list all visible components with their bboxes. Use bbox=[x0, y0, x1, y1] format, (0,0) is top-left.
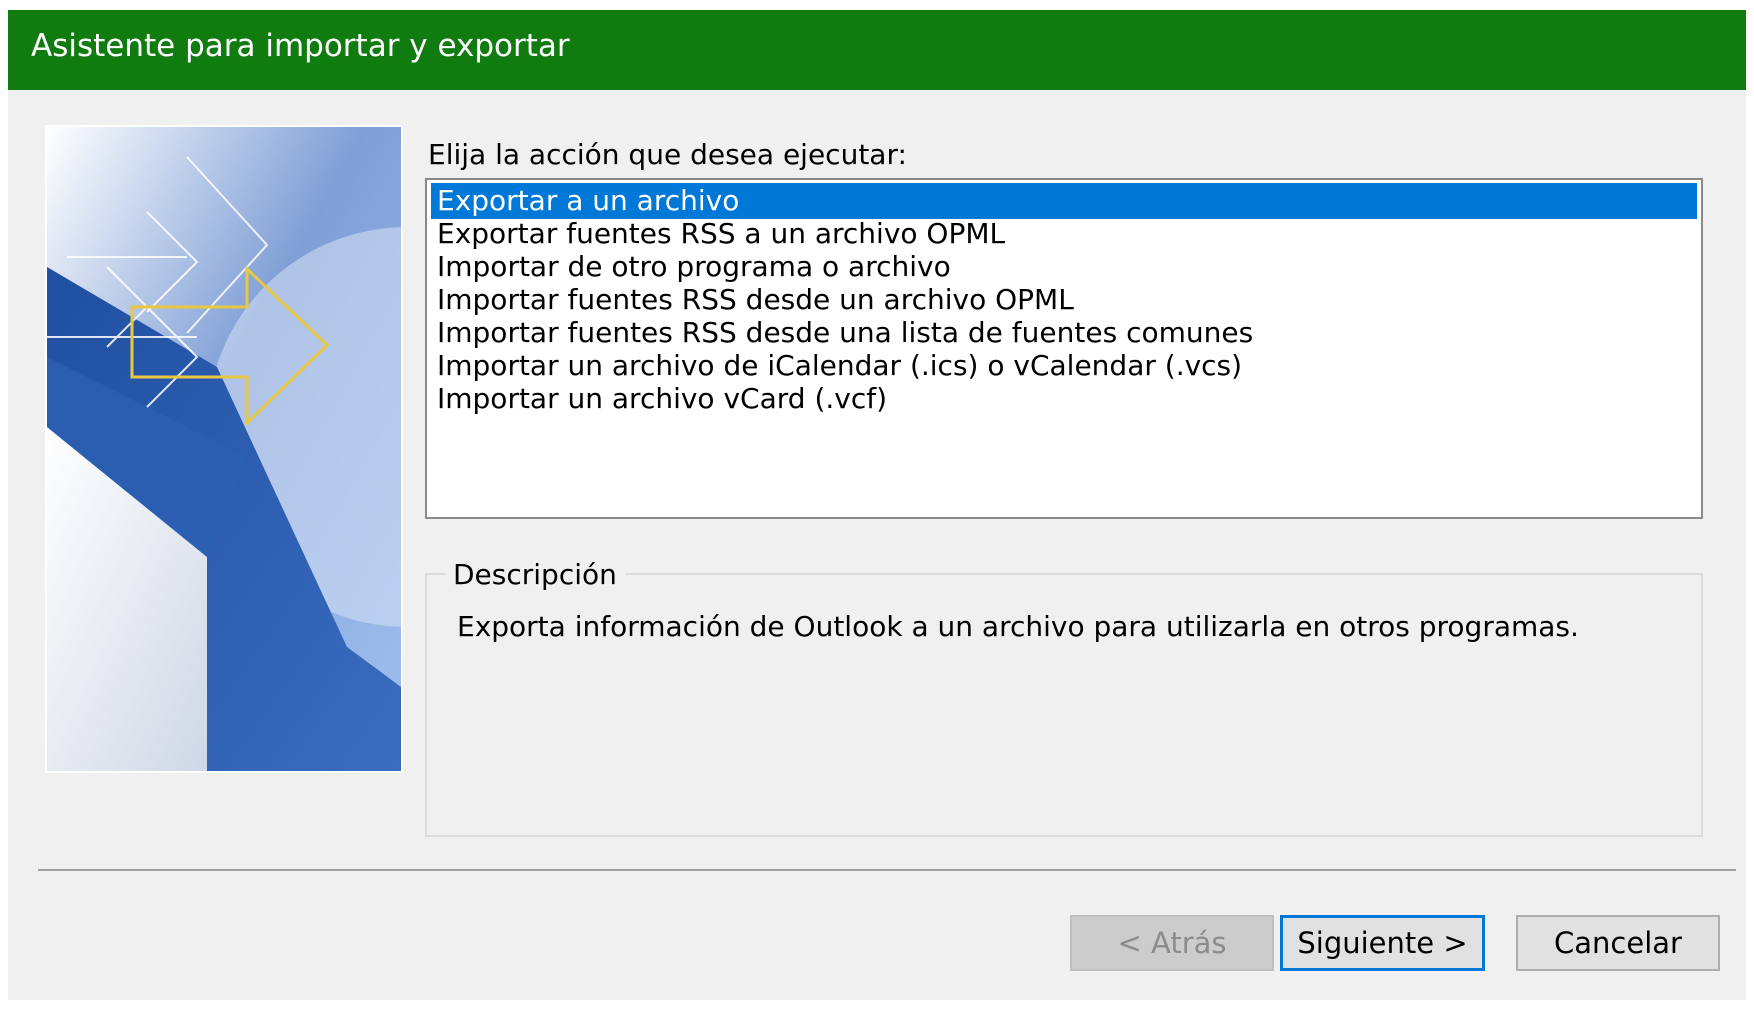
import-export-dialog: Asistente para importar y exportar Elija… bbox=[8, 10, 1746, 1000]
title-bar: Asistente para importar y exportar bbox=[8, 10, 1746, 90]
action-item-export-rss-opml[interactable]: Exportar fuentes RSS a un archivo OPML bbox=[431, 216, 1697, 252]
cancel-button[interactable]: Cancelar bbox=[1516, 915, 1720, 971]
action-item-import-program[interactable]: Importar de otro programa o archivo bbox=[431, 249, 1697, 285]
wizard-illustration bbox=[45, 125, 403, 773]
description-text: Exporta información de Outlook a un arch… bbox=[457, 610, 1579, 643]
next-button[interactable]: Siguiente > bbox=[1280, 915, 1485, 971]
action-item-import-rss-common[interactable]: Importar fuentes RSS desde una lista de … bbox=[431, 315, 1697, 351]
dialog-title: Asistente para importar y exportar bbox=[31, 28, 570, 64]
action-item-import-vcard[interactable]: Importar un archivo vCard (.vcf) bbox=[431, 381, 1697, 417]
action-item-import-icalendar[interactable]: Importar un archivo de iCalendar (.ics) … bbox=[431, 348, 1697, 384]
action-listbox[interactable]: Exportar a un archivo Exportar fuentes R… bbox=[425, 178, 1703, 519]
back-button[interactable]: < Atrás bbox=[1070, 915, 1274, 971]
description-legend: Descripción bbox=[445, 558, 625, 591]
action-item-import-rss-opml[interactable]: Importar fuentes RSS desde un archivo OP… bbox=[431, 282, 1697, 318]
action-prompt-label: Elija la acción que desea ejecutar: bbox=[428, 138, 907, 171]
action-item-export-file[interactable]: Exportar a un archivo bbox=[431, 183, 1697, 219]
footer-divider bbox=[38, 869, 1736, 871]
